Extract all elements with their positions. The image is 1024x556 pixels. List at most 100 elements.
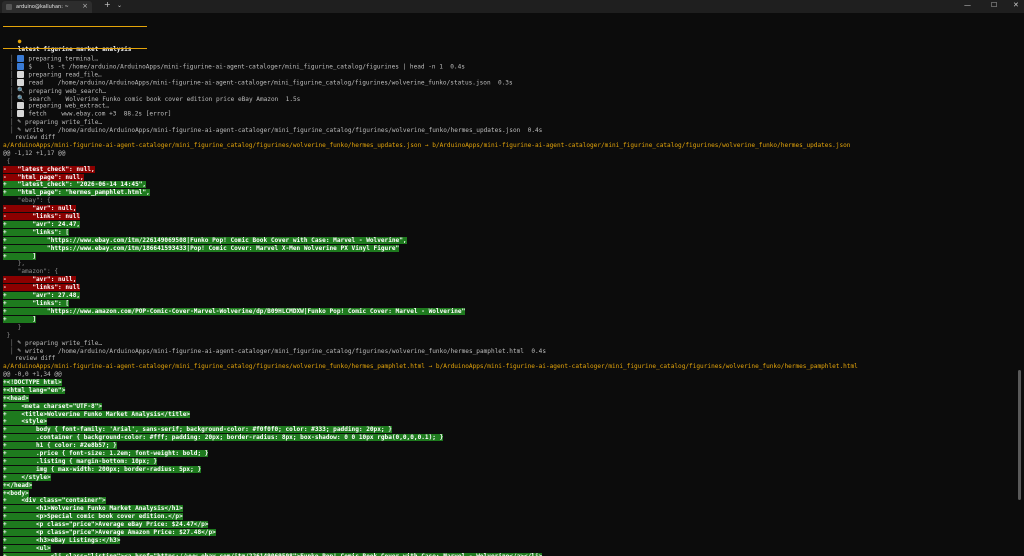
diff-line: + "https://www.amazon.com/POP-Comic-Cove… — [3, 307, 466, 316]
header-rule-bottom — [3, 48, 147, 49]
tool-log-row: │ fetch www.ebay.com +3 88.2s [error] — [10, 110, 171, 118]
diff-line: + "https://www.ebay.com/itm/226149069508… — [3, 236, 407, 245]
diff-line: - "avr": null, — [3, 276, 77, 284]
diff-line-added: + <ul> — [3, 544, 51, 552]
diff-line: + h1 { color: #2e8b57; } — [3, 442, 117, 450]
diff-line-added: + <title>Wolverine Funko Market Analysis… — [3, 410, 191, 418]
diff-line: + <p class="price">Average eBay Price: $… — [3, 521, 209, 529]
terminal-tab-icon — [6, 4, 12, 10]
diff-line-context: "amazon": { — [3, 268, 59, 276]
diff-line: }, — [3, 260, 25, 268]
diff-line-added: + .listing { margin-bottom: 10px; } — [3, 457, 158, 465]
diff-line-added: +</head> — [3, 481, 33, 489]
diff-line-context: } — [3, 331, 11, 339]
diff-line: + <meta charset="UTF-8"> — [3, 402, 103, 411]
diff-file-path: a/ArduinoApps/mini-figurine-ai-agent-cat… — [3, 142, 850, 150]
diff-line-added: + <p class="price">Average Amazon Price:… — [3, 529, 216, 536]
tool-log-row: │ preparing web_extract… — [10, 102, 109, 110]
review-diff-label: review diff — [15, 134, 55, 142]
diff-line: + "links": [ — [3, 228, 70, 237]
diff-line-added: + img { max-width: 200px; border-radius:… — [3, 465, 202, 473]
file-icon — [17, 70, 25, 78]
diff-line-added: + .price { font-size: 1.2em; font-weight… — [3, 450, 209, 457]
terminal-output[interactable]: ● latest figurine market analysis │ prep… — [0, 13, 1016, 556]
diff-line-added: + "latest_check": "2026-06-14 14:45", — [3, 181, 147, 189]
diff-line: + ] — [3, 315, 37, 324]
diff-line-added: + "https://www.amazon.com/POP-Comic-Cove… — [3, 307, 466, 315]
diff-line-added: + "links": [ — [3, 228, 70, 236]
new-tab-button[interactable]: + — [104, 0, 111, 9]
diff-line-removed: - "html_page": null, — [3, 173, 84, 181]
tool-log-detail: /home/arduino/ArduinoApps/mini-figurine-… — [58, 348, 546, 356]
diff-line: + .container { background-color: #fff; p… — [3, 434, 444, 442]
tool-log-row: │ preparing read_file… — [10, 70, 102, 79]
diff-line: + "https://www.ebay.com/itm/186641593433… — [3, 244, 400, 253]
diff-line-added: + "https://www.ebay.com/itm/226149069508… — [3, 236, 407, 244]
close-window-button[interactable]: ✕ — [1013, 1, 1019, 9]
terminal-tab[interactable]: arduino@kalluhan: ~ × — [2, 1, 92, 13]
diff-line: "ebay": { — [3, 197, 51, 205]
title-bar: arduino@kalluhan: ~ × + ⌄ — ☐ ✕ — [0, 0, 1024, 13]
diff-line-context: } — [3, 323, 22, 331]
diff-line: + <p>Special comic book cover edition.</… — [3, 513, 183, 521]
tool-log-row: │ preparing terminal… — [10, 55, 98, 63]
diff-line: - "latest_check": null, — [3, 165, 95, 174]
tab-close-icon[interactable]: × — [82, 2, 88, 10]
diff-line: + "avr": 24.47, — [3, 220, 81, 229]
tool-log-row: │ 🔍 preparing web_search… — [10, 87, 106, 95]
diff-line-added: +<body> — [3, 489, 29, 497]
diff-line-added: + <style> — [3, 418, 48, 426]
diff-line: + "links": [ — [3, 299, 70, 308]
diff-line: + <ul> — [3, 544, 51, 553]
diff-line: + "avr": 27.48, — [3, 292, 81, 300]
diff-line: + <h3>eBay Listings:</h3> — [3, 536, 121, 545]
search-icon: 🔍 — [17, 86, 25, 94]
diff-line: +<head> — [3, 394, 29, 403]
tab-dropdown-icon[interactable]: ⌄ — [117, 2, 122, 9]
maximize-button[interactable]: ☐ — [991, 1, 997, 9]
header-bullet-icon: ● — [17, 38, 22, 45]
diff-line-added: + <h3>eBay Listings:</h3> — [3, 536, 121, 544]
diff-line: + .price { font-size: 1.2em; font-weight… — [3, 450, 209, 458]
write-icon: ✎ — [17, 347, 22, 355]
diff-line-added: + "avr": 27.48, — [3, 292, 81, 299]
diff-line: "amazon": { — [3, 268, 58, 276]
diff-line: +<html lang="en"> — [3, 386, 66, 395]
gutter-bar: │ — [10, 63, 18, 71]
scrollbar-thumb[interactable] — [1018, 370, 1021, 500]
diff-line-removed: - "links": null — [3, 213, 81, 220]
diff-path-text: a/ArduinoApps/mini-figurine-ai-agent-cat… — [3, 363, 858, 371]
gutter-bar: │ — [10, 110, 18, 118]
tool-log-label: read — [28, 79, 44, 87]
diff-line-added: + "https://www.ebay.com/itm/186641593433… — [3, 244, 400, 252]
diff-line: - "links": null — [3, 284, 81, 292]
diff-line: + </style> — [3, 473, 51, 482]
diff-line: } — [3, 331, 11, 340]
tool-log-row: │ ✎ preparing write_file… — [10, 339, 102, 347]
minimize-button[interactable]: — — [964, 1, 971, 9]
diff-line-removed: - "avr": null, — [3, 276, 77, 284]
file-icon — [17, 110, 25, 118]
diff-line-added: + "avr": 24.47, — [3, 220, 81, 228]
tool-log-detail: ls -t /home/arduino/ArduinoApps/mini-fig… — [46, 63, 465, 71]
diff-line-context: }, — [3, 260, 26, 268]
gutter-bar: │ — [10, 102, 18, 110]
diff-line-added: + body { font-family: 'Arial', sans-seri… — [3, 426, 392, 434]
diff-line: + <title>Wolverine Funko Market Analysis… — [3, 410, 191, 419]
diff-line: +<!DOCTYPE html> — [3, 378, 62, 387]
diff-line-added: + <meta charset="UTF-8"> — [3, 402, 103, 410]
tool-log-label: fetch — [28, 110, 47, 118]
diff-line-removed: - "avr": null, — [3, 205, 77, 213]
diff-line: + .listing { margin-bottom: 10px; } — [3, 457, 158, 466]
section-header: ● latest figurine market analysis — [3, 30, 132, 53]
review-diff-text: review diff — [15, 355, 56, 363]
diff-line-added: + .container { background-color: #fff; p… — [3, 434, 444, 442]
diff-line-context: "ebay": { — [3, 197, 51, 205]
file-icon — [17, 78, 25, 86]
file-icon — [17, 102, 25, 110]
diff-line-removed: - "latest_check": null, — [3, 165, 95, 173]
header-rule-top — [3, 26, 147, 27]
write-icon: ✎ — [17, 126, 22, 134]
diff-line-added: + <h1>Wolverine Funko Market Analysis</h… — [3, 505, 183, 513]
diff-line-added: + <div class="container"> — [3, 497, 106, 505]
